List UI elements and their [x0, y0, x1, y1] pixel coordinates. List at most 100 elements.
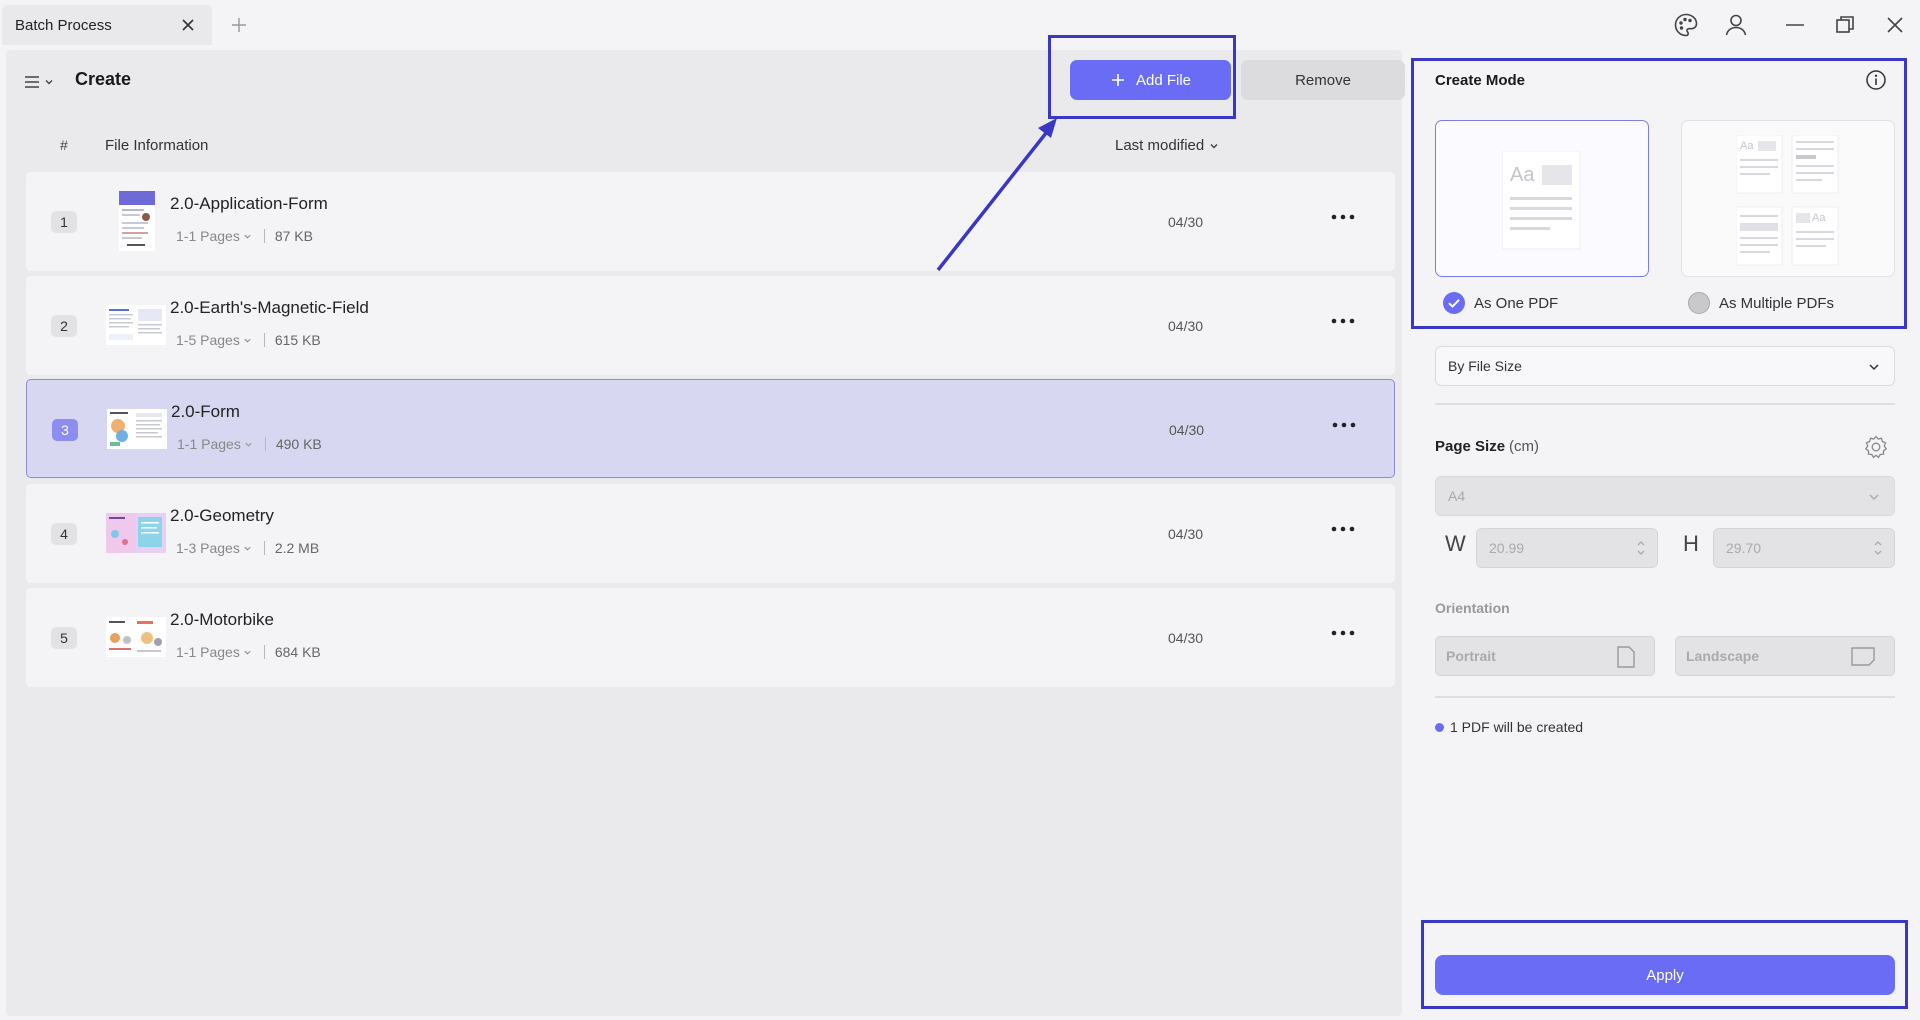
- user-icon[interactable]: [1723, 12, 1749, 38]
- tab-batch-process[interactable]: Batch Process: [2, 5, 212, 45]
- file-date: 04/30: [1169, 422, 1205, 438]
- file-name: 2.0-Form: [171, 402, 240, 421]
- info-icon[interactable]: [1865, 69, 1887, 91]
- file-size: 2.2 MB: [274, 540, 320, 556]
- page-range-dropdown[interactable]: 1-1 Pages: [177, 436, 253, 452]
- landscape-button[interactable]: Landscape: [1675, 636, 1895, 676]
- remove-button[interactable]: Remove: [1241, 60, 1405, 100]
- file-meta: 1-3 Pages 2.2 MB: [176, 540, 319, 556]
- remove-label: Remove: [1295, 71, 1351, 89]
- svg-text:Aa: Aa: [1740, 140, 1754, 152]
- file-row[interactable]: 4 2.0-Geometry 1-3 Pages 2.2 MB 04/30: [26, 484, 1395, 583]
- row-number: 3: [52, 419, 78, 441]
- file-size: 490 KB: [275, 436, 322, 452]
- orientation-label: Orientation: [1435, 600, 1510, 616]
- file-list-panel: Create Add File Remove # File Informatio…: [6, 50, 1405, 1016]
- add-file-button[interactable]: Add File: [1070, 60, 1231, 100]
- page-range-dropdown[interactable]: 1-1 Pages: [176, 228, 252, 244]
- status-dot: [1435, 722, 1444, 732]
- menu-button[interactable]: [24, 70, 64, 94]
- file-row[interactable]: 5 2.0-Motorbike 1-1 Pages 684 KB 04/30: [26, 588, 1395, 687]
- more-icon[interactable]: [1330, 210, 1356, 224]
- mode-card-one-pdf[interactable]: Aa: [1435, 120, 1649, 277]
- close-icon[interactable]: [178, 15, 198, 35]
- apply-button[interactable]: Apply: [1435, 955, 1895, 995]
- file-row[interactable]: 1 2.0-Application-Form 1-1 Pages 87 KB 0…: [26, 172, 1395, 271]
- landscape-label: Landscape: [1686, 648, 1760, 664]
- row-number: 1: [51, 211, 77, 233]
- plus-icon[interactable]: [228, 14, 250, 36]
- divider: [1435, 403, 1895, 405]
- mode-card-multiple-pdfs[interactable]: Aa Aa: [1681, 120, 1895, 277]
- menu-icon: [24, 74, 40, 90]
- file-thumbnail: [105, 606, 167, 668]
- portrait-button[interactable]: Portrait: [1435, 636, 1655, 676]
- window-close-icon[interactable]: [1882, 12, 1908, 38]
- chevron-down-icon: [243, 544, 252, 553]
- more-icon[interactable]: [1331, 418, 1357, 432]
- width-label: W: [1445, 531, 1466, 556]
- more-icon[interactable]: [1330, 626, 1356, 640]
- palette-icon[interactable]: [1673, 12, 1699, 38]
- file-name: 2.0-Earth's-Magnetic-Field: [170, 298, 369, 317]
- height-value: 29.70: [1726, 540, 1762, 556]
- file-meta: 1-1 Pages 684 KB: [176, 644, 321, 660]
- add-file-label: Add File: [1135, 71, 1192, 89]
- minimize-icon[interactable]: [1782, 12, 1808, 38]
- file-date: 04/30: [1168, 630, 1204, 646]
- file-size: 684 KB: [274, 644, 321, 660]
- chevron-down-icon: [1868, 491, 1880, 503]
- radio-as-multiple-pdfs[interactable]: As Multiple PDFs: [1688, 292, 1834, 314]
- title-bar: Batch Process: [0, 0, 1920, 50]
- row-number: 5: [51, 627, 77, 649]
- stepper-icon[interactable]: [1636, 537, 1646, 559]
- gear-icon[interactable]: [1863, 434, 1889, 460]
- separator: [264, 437, 266, 451]
- multiple-pdfs-illustration: Aa Aa: [1736, 135, 1846, 267]
- column-info-header: File Information: [105, 137, 209, 154]
- separator: [263, 541, 265, 555]
- file-name: 2.0-Application-Form: [170, 194, 328, 213]
- as-one-pdf-label: As One PDF: [1474, 294, 1559, 312]
- file-row[interactable]: 3 2.0-Form 1-1 Pages 490 KB 04/30: [26, 379, 1395, 478]
- divider: [1435, 696, 1895, 698]
- page-title: Create: [75, 69, 132, 89]
- sort-by-value: By File Size: [1448, 358, 1522, 374]
- row-number: 2: [51, 315, 77, 337]
- portrait-icon: [1616, 645, 1636, 669]
- more-icon[interactable]: [1330, 314, 1356, 328]
- sort-by-select[interactable]: By File Size: [1435, 346, 1895, 386]
- file-date: 04/30: [1168, 214, 1204, 230]
- chevron-down-icon: [243, 232, 252, 241]
- page-range-dropdown[interactable]: 1-3 Pages: [176, 540, 252, 556]
- page-size-select[interactable]: A4: [1435, 476, 1895, 516]
- one-pdf-illustration: Aa: [1502, 151, 1582, 251]
- file-thumbnail: [105, 190, 167, 252]
- page-size-text: Page Size: [1435, 438, 1506, 455]
- check-icon: [1443, 292, 1465, 314]
- file-row[interactable]: 2 2.0-Earth's-Magnetic-Field 1-5 Pages 6…: [26, 276, 1395, 375]
- svg-text:Aa: Aa: [1812, 212, 1826, 224]
- radio-as-one-pdf[interactable]: As One PDF: [1443, 292, 1558, 314]
- separator: [263, 333, 265, 347]
- chevron-down-icon: [243, 648, 252, 657]
- page-range: 1-1 Pages: [176, 644, 240, 660]
- height-input[interactable]: 29.70: [1713, 528, 1895, 568]
- create-mode-title: Create Mode: [1435, 72, 1526, 89]
- radio-off-icon: [1688, 292, 1710, 314]
- page-range-dropdown[interactable]: 1-5 Pages: [176, 332, 252, 348]
- page-size-label: Page Size (cm): [1435, 438, 1539, 455]
- page-range-dropdown[interactable]: 1-1 Pages: [176, 644, 252, 660]
- width-input[interactable]: 20.99: [1476, 528, 1658, 568]
- stepper-icon[interactable]: [1873, 537, 1883, 559]
- column-number-header: #: [60, 137, 68, 153]
- separator: [263, 645, 265, 659]
- width-value: 20.99: [1489, 540, 1525, 556]
- row-number: 4: [51, 523, 77, 545]
- page-range: 1-3 Pages: [176, 540, 240, 556]
- restore-icon[interactable]: [1832, 12, 1858, 38]
- more-icon[interactable]: [1330, 522, 1356, 536]
- page-range: 1-1 Pages: [176, 228, 240, 244]
- plus-icon: [1110, 72, 1126, 88]
- sort-last-modified[interactable]: Last modified: [1115, 137, 1219, 154]
